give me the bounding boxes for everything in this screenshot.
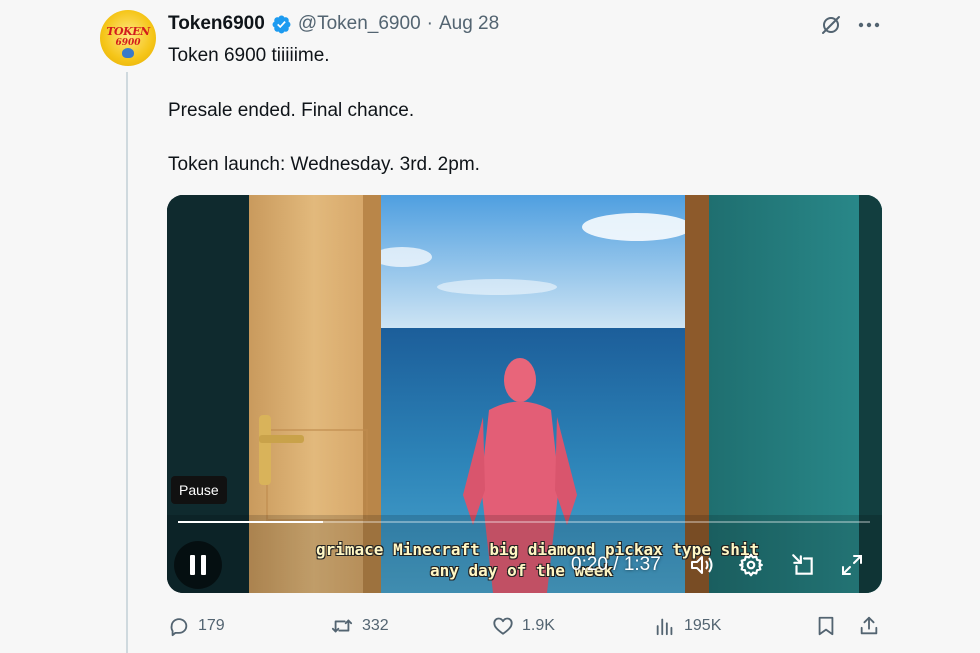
tweet-date[interactable]: Aug 28 [439,13,499,35]
view-count: 195K [684,617,722,634]
analytics-icon [656,618,673,636]
tweet-line: Token launch: Wednesday. 3rd. 2pm. [168,154,480,175]
author-handle[interactable]: @Token_6900 [298,13,421,35]
repost-icon [331,619,353,633]
verified-badge-icon [272,15,291,33]
reply-count: 179 [198,617,225,634]
tweet-line: Token 6900 tiiiiime. [168,45,330,66]
avatar-mascot-icon [122,48,134,58]
pause-button[interactable] [174,541,222,589]
grok-icon[interactable] [818,12,844,38]
current-time: 0:20 [571,554,608,575]
video-progress-bar[interactable] [178,521,870,523]
heart-icon [493,617,513,635]
header-separator: · [426,13,433,34]
pause-icon [201,555,206,575]
views-button[interactable]: 195K [654,612,721,640]
settings-gear-icon[interactable] [737,551,765,579]
video-progress-fill [178,521,324,523]
expand-icon[interactable] [838,551,866,579]
volume-icon[interactable] [688,551,716,579]
tweet-header: Token6900 @Token_6900 · Aug 28 [168,11,499,37]
tweet-body: Token 6900 tiiiiime. Presale ended. Fina… [168,42,480,206]
pause-tooltip: Pause [171,476,227,504]
avatar-logo-text: TOKEN [106,25,150,38]
repost-count: 332 [362,617,389,634]
share-icon [860,616,878,635]
author-name[interactable]: Token6900 [168,13,265,35]
more-options-icon[interactable] [856,12,882,38]
share-button[interactable] [858,612,880,640]
video-time-readout: 0:20 / 1:37 [571,554,661,576]
video-frame [167,195,882,593]
avatar-logo-number: 6900 [115,38,141,48]
bookmark-button[interactable] [815,612,837,640]
video-player[interactable] [167,195,882,593]
time-separator: / [607,554,624,575]
thread-connector-line [126,72,128,653]
pause-icon [190,555,195,575]
reply-icon [170,618,188,637]
duration: 1:37 [623,554,661,575]
bookmark-icon [818,616,834,636]
like-button[interactable]: 1.9K [492,612,555,640]
avatar[interactable]: TOKEN 6900 [100,10,156,66]
like-count: 1.9K [522,617,555,634]
tweet-line: Presale ended. Final chance. [168,99,415,121]
repost-button[interactable]: 332 [330,612,389,640]
dock-icon[interactable] [789,551,817,579]
reply-button[interactable]: 179 [168,612,225,640]
